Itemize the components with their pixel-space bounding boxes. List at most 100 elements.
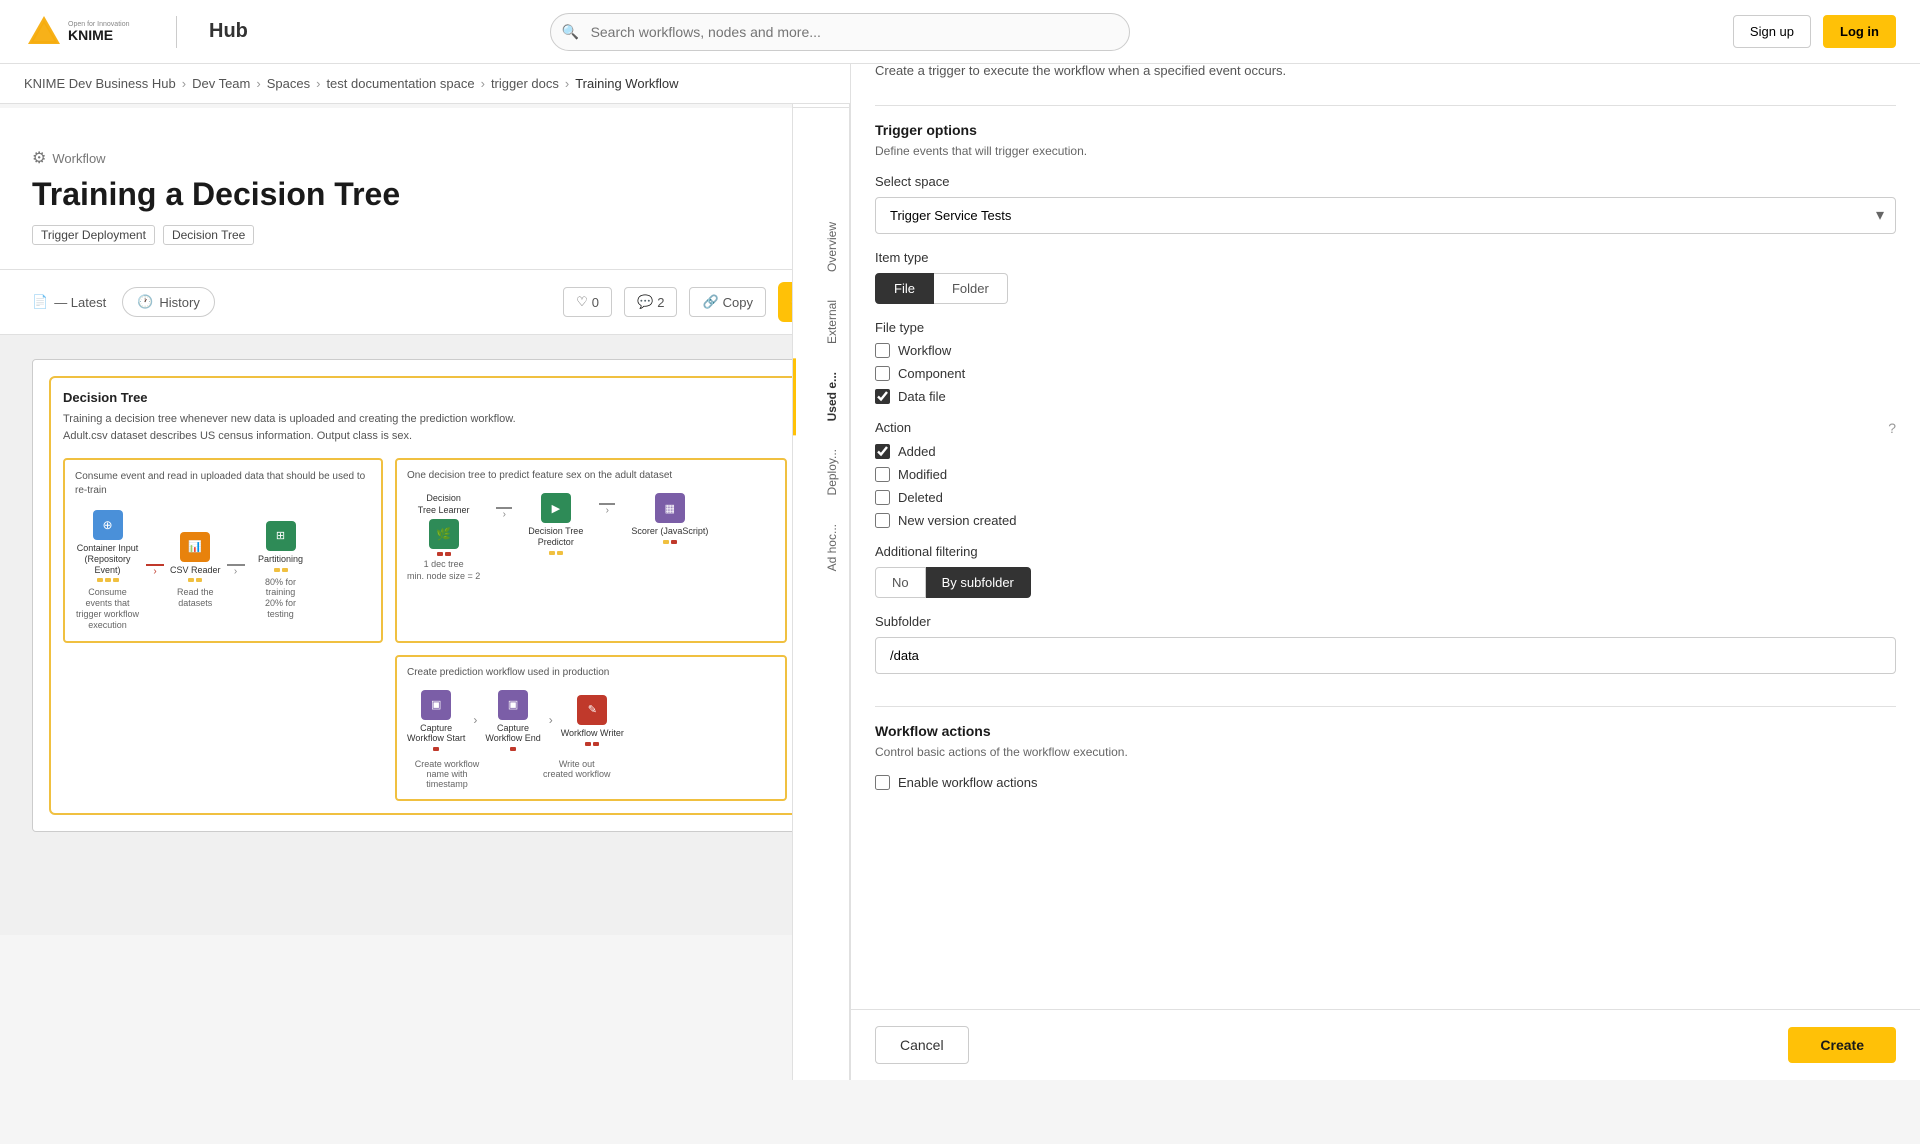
enable-workflow-actions[interactable]: Enable workflow actions [875,775,1896,790]
workflow-label: ⚙ Workflow [32,148,818,168]
capture-start-label: CaptureWorkflow Start [407,723,465,745]
tab-external[interactable]: External [793,286,849,358]
tag-0: Trigger Deployment [32,225,155,245]
scorer-label: Scorer (JavaScript) [631,526,708,537]
container-input-label: Container Input(Repository Event) [75,543,140,575]
version-icon: 📄 [32,294,48,310]
canvas-wrapper: Decision Tree Training a decision tree w… [32,359,818,832]
file-type-checkboxes: Workflow Component Data file [875,343,1896,404]
arrow-5: › [473,713,477,727]
signup-button[interactable]: Sign up [1733,15,1811,48]
action-added[interactable]: Added [875,444,1896,459]
node-scorer: ▦ Scorer (JavaScript) [631,493,708,544]
breadcrumb-item-3[interactable]: test documentation space [326,76,474,91]
toolbar-actions: ♡ 0 💬 2 🔗 Copy ⚡ [563,282,818,322]
breadcrumb-sep-2: › [316,76,320,91]
login-button[interactable]: Log in [1823,15,1896,48]
search-input[interactable] [550,13,1130,51]
added-checkbox[interactable] [875,444,890,459]
svg-text:KNIME: KNIME [68,27,113,43]
wf-writer-label: Workflow Writer [561,728,624,739]
dt-box-title: Decision Tree [63,390,787,405]
item-type-folder-button[interactable]: Folder [934,273,1008,304]
arrow-3: › [496,507,512,520]
history-button[interactable]: 🕐 History [122,287,215,317]
like-button[interactable]: ♡ 0 [563,287,612,317]
breadcrumb-current: Training Workflow [575,76,678,91]
comment-count: 2 [657,295,664,310]
breadcrumb-sep-3: › [481,76,485,91]
trigger-panel-content: ⚡ Create trigger ✕ Create a trigger to e… [851,0,1920,1080]
tab-overview[interactable]: Overview [793,208,849,286]
breadcrumb-item-4[interactable]: trigger docs [491,76,559,91]
file-type-label: File type [875,320,1896,335]
vert-tabs: Overview External Used e... Deploy... Ad… [793,108,849,585]
filter-no-button[interactable]: No [875,567,926,598]
tab-used[interactable]: Used e... [793,358,849,435]
workflow-actions-title: Workflow actions [875,723,1896,739]
action-deleted[interactable]: Deleted [875,490,1896,505]
item-type-toggle: File Folder [875,273,1896,304]
dt-nodes-row: DecisionTree Learner 🌿 1 dec treemin. no… [407,493,775,583]
file-type-datafile[interactable]: Data file [875,389,1896,404]
subfolder-input[interactable] [875,637,1896,674]
inner-boxes-row: Consume event and read in uploaded data … [63,458,787,643]
history-label: History [159,295,199,310]
create-button[interactable]: Create [1788,1027,1896,1063]
tab-deploy[interactable]: Deploy... [793,435,849,509]
dt-learner-icon: 🌿 [429,519,459,549]
header-right: Sign up Log in [1733,15,1896,48]
modified-checkbox[interactable] [875,467,890,482]
dt-predictor-label: Decision TreePredictor [528,526,583,548]
new-version-checkbox[interactable] [875,513,890,528]
copy-label: Copy [723,295,753,310]
partitioning-label: Partitioning [258,554,303,565]
divider-2 [875,706,1896,707]
action-help-icon[interactable]: ? [1888,420,1896,436]
breadcrumb-item-1[interactable]: Dev Team [192,76,250,91]
action-modified[interactable]: Modified [875,467,1896,482]
node-wf-writer: ✎ Workflow Writer [561,695,624,746]
breadcrumb-item-0[interactable]: KNIME Dev Business Hub [24,76,176,91]
enable-workflow-actions-checkbox[interactable] [875,775,890,790]
select-space-dropdown[interactable]: Trigger Service Tests [875,197,1896,234]
workflow-diagram: Decision Tree Training a decision tree w… [33,360,817,831]
component-checkbox[interactable] [875,366,890,381]
wf-writer-icon: ✎ [577,695,607,725]
workflow-checkbox[interactable] [875,343,890,358]
item-type-file-button[interactable]: File [875,273,934,304]
select-space-wrapper: Trigger Service Tests ▾ [875,197,1896,234]
filter-subfolder-button[interactable]: By subfolder [926,567,1031,598]
dt-sub-box: One decision tree to predict feature sex… [395,458,787,643]
breadcrumb-item-2[interactable]: Spaces [267,76,310,91]
file-type-component[interactable]: Component [875,366,1896,381]
node-dots [97,578,119,582]
trigger-options-desc: Define events that will trigger executio… [875,144,1896,158]
capture-start-icon: ▣ [421,690,451,720]
tab-adhoc[interactable]: Ad hoc... [793,510,849,585]
page-title: Training a Decision Tree [32,176,818,213]
capture-end-icon: ▣ [498,690,528,720]
datafile-checkbox[interactable] [875,389,890,404]
node-dots-3 [274,568,288,572]
copy-button[interactable]: 🔗 Copy [689,287,766,317]
scorer-icon: ▦ [655,493,685,523]
arrow-6: › [549,713,553,727]
canvas-area: Decision Tree Training a decision tree w… [0,335,850,935]
file-type-workflow[interactable]: Workflow [875,343,1896,358]
breadcrumb: KNIME Dev Business Hub › Dev Team › Spac… [0,64,850,104]
deleted-checkbox[interactable] [875,490,890,505]
search-bar-wrapper: 🔍 [550,13,1130,51]
consume-title: Consume event and read in uploaded data … [75,470,371,498]
comment-button[interactable]: 💬 2 [624,287,677,317]
breadcrumb-sep-1: › [256,76,260,91]
node-capture-start: ▣ CaptureWorkflow Start [407,690,465,752]
action-new-version[interactable]: New version created [875,513,1896,528]
knime-logo: Open for Innovation KNIME [24,12,144,52]
cancel-button[interactable]: Cancel [875,1026,969,1064]
consume-box: Consume event and read in uploaded data … [63,458,383,643]
node-container-input: ⊕ Container Input(Repository Event) [75,510,140,631]
create-wf-name-desc: Create workflowname with timestamp [407,759,487,789]
trigger-options-title: Trigger options [875,122,1896,138]
version-button[interactable]: 📄 — Latest [32,294,106,310]
